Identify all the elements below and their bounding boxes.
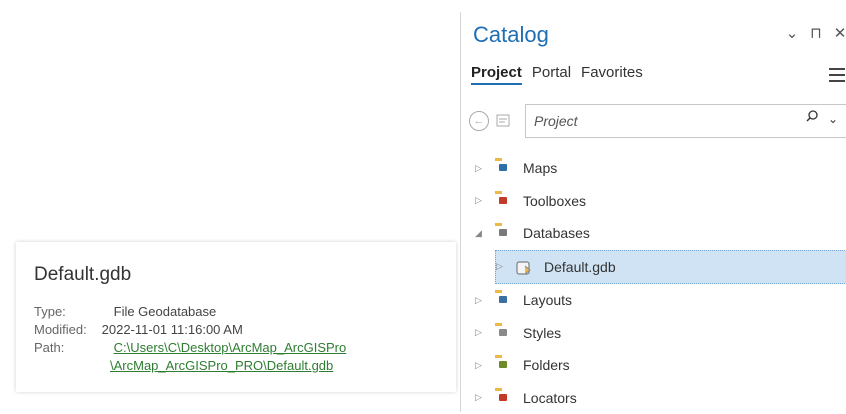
type-label: Type: (34, 304, 98, 319)
tree-item-label: Folders (523, 357, 570, 373)
layouts-folder-icon (495, 293, 513, 307)
tree-item-label: Toolboxes (523, 193, 586, 209)
search-input[interactable]: Project ⌄ (525, 104, 846, 138)
tree-item-default-gdb[interactable]: ▷ Default.gdb (495, 250, 846, 285)
expand-arrow-icon[interactable]: ▷ (475, 163, 489, 174)
tree-item-layouts[interactable]: ▷ Layouts (475, 284, 846, 317)
tree-item-toolboxes[interactable]: ▷ Toolboxes (475, 185, 846, 218)
search-row: ← Project ⌄ (469, 104, 846, 138)
tab-project[interactable]: Project (471, 64, 522, 85)
folders-folder-icon (495, 358, 513, 372)
path-link-line1[interactable]: C:\Users\C\Desktop\ArcMap_ArcGISPro (114, 340, 347, 355)
tree-item-label: Default.gdb (544, 259, 616, 275)
menu-icon[interactable] (829, 68, 845, 86)
toolboxes-folder-icon (495, 194, 513, 208)
databases-folder-icon (495, 226, 513, 240)
tab-favorites[interactable]: Favorites (581, 64, 643, 85)
styles-folder-icon (495, 326, 513, 340)
pane-title: Catalog (473, 22, 549, 48)
modified-value: 2022-11-01 11:16:00 AM (102, 322, 243, 337)
modified-row: Modified: 2022-11-01 11:16:00 AM (34, 322, 243, 337)
maps-folder-icon (495, 161, 513, 175)
tab-portal[interactable]: Portal (532, 64, 571, 85)
tree-item-folders[interactable]: ▷ Folders (475, 349, 846, 382)
close-icon[interactable]: ✕ (833, 24, 846, 42)
tree-item-label: Locators (523, 390, 577, 406)
path-label: Path: (34, 340, 98, 355)
pin-icon[interactable]: ⊓ (809, 24, 823, 42)
tree-item-maps[interactable]: ▷ Maps (475, 152, 846, 185)
tree-item-styles[interactable]: ▷ Styles (475, 317, 846, 350)
locators-folder-icon (495, 391, 513, 405)
pane-title-controls: ⌄ ⊓ ✕ (785, 24, 846, 42)
card-title: Default.gdb (34, 264, 131, 286)
expand-arrow-icon[interactable]: ▷ (475, 360, 489, 371)
catalog-tree: ▷ Maps ▷ Toolboxes ◢ Databases ▷ Default… (475, 152, 846, 414)
type-value: File Geodatabase (114, 304, 217, 319)
catalog-pane: Catalog ⌄ ⊓ ✕ Project Portal Favorites ←… (460, 12, 846, 412)
expand-arrow-icon[interactable]: ▷ (475, 392, 489, 403)
tree-item-label: Maps (523, 160, 557, 176)
modified-label: Modified: (34, 322, 98, 337)
tree-item-label: Databases (523, 225, 590, 241)
pane-tabs: Project Portal Favorites (471, 64, 643, 85)
expand-arrow-icon[interactable]: ▷ (475, 295, 489, 306)
home-icon[interactable] (495, 112, 511, 128)
expand-arrow-icon[interactable]: ▷ (475, 327, 489, 338)
collapse-arrow-icon[interactable]: ◢ (475, 228, 489, 239)
chevron-down-icon[interactable]: ⌄ (785, 24, 799, 42)
path-row-2: \ArcMap_ArcGISPro_PRO\Default.gdb (110, 358, 333, 373)
path-row: Path: C:\Users\C\Desktop\ArcMap_ArcGISPr… (34, 340, 346, 355)
type-row: Type: File Geodatabase (34, 304, 216, 319)
back-icon[interactable]: ← (469, 111, 489, 131)
expand-arrow-icon[interactable]: ▷ (475, 195, 489, 206)
search-icon[interactable] (806, 110, 818, 122)
item-info-card: Default.gdb Type: File Geodatabase Modif… (16, 242, 456, 392)
path-link-line2[interactable]: \ArcMap_ArcGISPro_PRO\Default.gdb (110, 358, 333, 373)
tree-item-locators[interactable]: ▷ Locators (475, 382, 846, 414)
tree-item-label: Styles (523, 325, 561, 341)
search-input-text: Project (534, 113, 578, 129)
tree-item-databases[interactable]: ◢ Databases (475, 217, 846, 250)
expand-arrow-icon[interactable]: ▷ (496, 261, 510, 272)
tree-item-label: Layouts (523, 292, 572, 308)
geodatabase-icon (516, 260, 534, 274)
chevron-down-icon[interactable]: ⌄ (828, 112, 838, 126)
